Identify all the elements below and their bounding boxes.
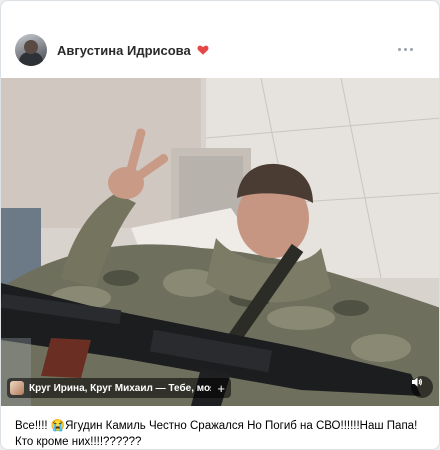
- photo-illustration: [1, 78, 439, 406]
- add-tag-icon[interactable]: +: [217, 381, 225, 396]
- heart-icon: [197, 44, 209, 56]
- tagged-avatar: [10, 381, 24, 395]
- author-name[interactable]: Августина Идрисова: [57, 43, 191, 58]
- post-caption: Все!!!! 😭Ягудин Камиль Честно Сражался Н…: [15, 418, 430, 449]
- tagged-people-text: Круг Ирина, Круг Михаил — Тебе, моя по: [29, 382, 212, 394]
- post-header: Августина Идрисова: [15, 33, 427, 67]
- caption-line-2: Кто кроме них!!!!??????: [15, 436, 142, 448]
- tagged-people-bar[interactable]: Круг Ирина, Круг Михаил — Тебе, моя по +: [7, 378, 231, 398]
- speaker-icon[interactable]: [411, 376, 433, 398]
- caption-line-1: Все!!!! 😭Ягудин Камиль Честно Сражался Н…: [15, 420, 418, 432]
- author-avatar[interactable]: [15, 34, 47, 66]
- author-name-container: Августина Идрисова: [57, 43, 209, 58]
- post-photo[interactable]: Круг Ирина, Круг Михаил — Тебе, моя по +: [1, 78, 439, 406]
- more-dots-icon[interactable]: [393, 37, 417, 61]
- post-card: Августина Идрисова Круг Ирина, Круг Миха…: [0, 0, 440, 450]
